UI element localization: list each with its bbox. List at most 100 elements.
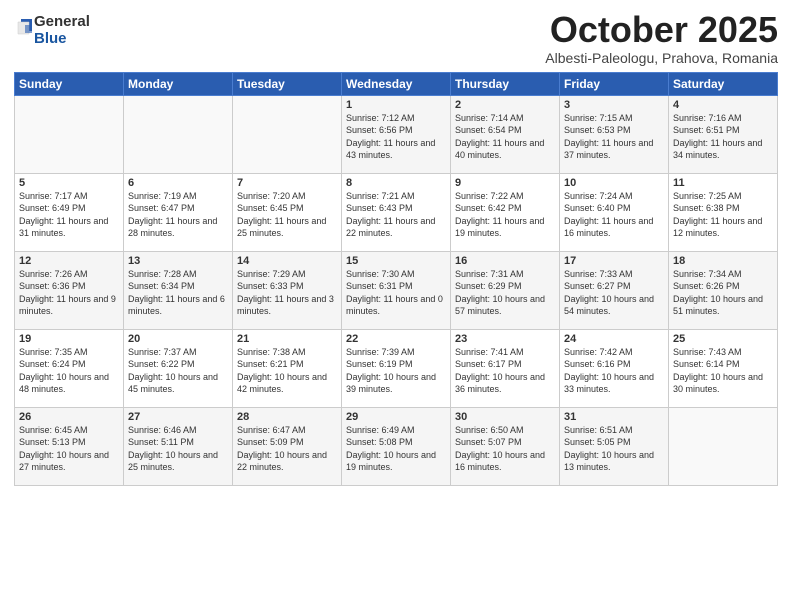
- day-info: Sunrise: 7:21 AM Sunset: 6:43 PM Dayligh…: [346, 190, 446, 240]
- day-info: Sunrise: 7:17 AM Sunset: 6:49 PM Dayligh…: [19, 190, 119, 240]
- day-info: Sunrise: 6:51 AM Sunset: 5:05 PM Dayligh…: [564, 424, 664, 474]
- day-info: Sunrise: 7:24 AM Sunset: 6:40 PM Dayligh…: [564, 190, 664, 240]
- cell-0-0: [15, 95, 124, 173]
- cell-2-4: 16Sunrise: 7:31 AM Sunset: 6:29 PM Dayli…: [451, 251, 560, 329]
- cell-0-5: 3Sunrise: 7:15 AM Sunset: 6:53 PM Daylig…: [560, 95, 669, 173]
- day-number: 11: [673, 177, 773, 189]
- day-number: 2: [455, 99, 555, 111]
- cell-3-3: 22Sunrise: 7:39 AM Sunset: 6:19 PM Dayli…: [342, 329, 451, 407]
- cell-4-3: 29Sunrise: 6:49 AM Sunset: 5:08 PM Dayli…: [342, 407, 451, 485]
- day-info: Sunrise: 7:30 AM Sunset: 6:31 PM Dayligh…: [346, 268, 446, 318]
- day-info: Sunrise: 7:35 AM Sunset: 6:24 PM Dayligh…: [19, 346, 119, 396]
- calendar-header-row: Sunday Monday Tuesday Wednesday Thursday…: [15, 72, 778, 95]
- cell-1-2: 7Sunrise: 7:20 AM Sunset: 6:45 PM Daylig…: [233, 173, 342, 251]
- day-number: 10: [564, 177, 664, 189]
- cell-4-4: 30Sunrise: 6:50 AM Sunset: 5:07 PM Dayli…: [451, 407, 560, 485]
- day-info: Sunrise: 7:22 AM Sunset: 6:42 PM Dayligh…: [455, 190, 555, 240]
- day-info: Sunrise: 6:49 AM Sunset: 5:08 PM Dayligh…: [346, 424, 446, 474]
- week-row-5: 26Sunrise: 6:45 AM Sunset: 5:13 PM Dayli…: [15, 407, 778, 485]
- day-info: Sunrise: 6:46 AM Sunset: 5:11 PM Dayligh…: [128, 424, 228, 474]
- day-info: Sunrise: 7:29 AM Sunset: 6:33 PM Dayligh…: [237, 268, 337, 318]
- day-info: Sunrise: 7:38 AM Sunset: 6:21 PM Dayligh…: [237, 346, 337, 396]
- day-number: 31: [564, 411, 664, 423]
- day-info: Sunrise: 7:26 AM Sunset: 6:36 PM Dayligh…: [19, 268, 119, 318]
- cell-3-5: 24Sunrise: 7:42 AM Sunset: 6:16 PM Dayli…: [560, 329, 669, 407]
- cell-4-1: 27Sunrise: 6:46 AM Sunset: 5:11 PM Dayli…: [124, 407, 233, 485]
- cell-2-2: 14Sunrise: 7:29 AM Sunset: 6:33 PM Dayli…: [233, 251, 342, 329]
- col-monday: Monday: [124, 72, 233, 95]
- cell-4-0: 26Sunrise: 6:45 AM Sunset: 5:13 PM Dayli…: [15, 407, 124, 485]
- cell-0-4: 2Sunrise: 7:14 AM Sunset: 6:54 PM Daylig…: [451, 95, 560, 173]
- week-row-4: 19Sunrise: 7:35 AM Sunset: 6:24 PM Dayli…: [15, 329, 778, 407]
- cell-1-5: 10Sunrise: 7:24 AM Sunset: 6:40 PM Dayli…: [560, 173, 669, 251]
- day-number: 13: [128, 255, 228, 267]
- day-info: Sunrise: 7:33 AM Sunset: 6:27 PM Dayligh…: [564, 268, 664, 318]
- day-number: 8: [346, 177, 446, 189]
- day-info: Sunrise: 6:50 AM Sunset: 5:07 PM Dayligh…: [455, 424, 555, 474]
- day-number: 17: [564, 255, 664, 267]
- day-info: Sunrise: 7:41 AM Sunset: 6:17 PM Dayligh…: [455, 346, 555, 396]
- cell-4-6: [669, 407, 778, 485]
- col-sunday: Sunday: [15, 72, 124, 95]
- col-friday: Friday: [560, 72, 669, 95]
- day-number: 3: [564, 99, 664, 111]
- day-info: Sunrise: 6:45 AM Sunset: 5:13 PM Dayligh…: [19, 424, 119, 474]
- location-text: Albesti-Paleologu, Prahova, Romania: [545, 50, 778, 66]
- day-info: Sunrise: 7:39 AM Sunset: 6:19 PM Dayligh…: [346, 346, 446, 396]
- day-number: 18: [673, 255, 773, 267]
- cell-2-3: 15Sunrise: 7:30 AM Sunset: 6:31 PM Dayli…: [342, 251, 451, 329]
- day-number: 16: [455, 255, 555, 267]
- day-info: Sunrise: 7:14 AM Sunset: 6:54 PM Dayligh…: [455, 112, 555, 162]
- month-title: October 2025: [545, 10, 778, 50]
- week-row-1: 1Sunrise: 7:12 AM Sunset: 6:56 PM Daylig…: [15, 95, 778, 173]
- cell-1-1: 6Sunrise: 7:19 AM Sunset: 6:47 PM Daylig…: [124, 173, 233, 251]
- day-info: Sunrise: 7:19 AM Sunset: 6:47 PM Dayligh…: [128, 190, 228, 240]
- day-number: 30: [455, 411, 555, 423]
- day-number: 1: [346, 99, 446, 111]
- page: General Blue October 2025 Albesti-Paleol…: [0, 0, 792, 612]
- day-number: 28: [237, 411, 337, 423]
- day-number: 25: [673, 333, 773, 345]
- day-info: Sunrise: 7:20 AM Sunset: 6:45 PM Dayligh…: [237, 190, 337, 240]
- cell-0-3: 1Sunrise: 7:12 AM Sunset: 6:56 PM Daylig…: [342, 95, 451, 173]
- day-number: 9: [455, 177, 555, 189]
- cell-2-5: 17Sunrise: 7:33 AM Sunset: 6:27 PM Dayli…: [560, 251, 669, 329]
- logo-general-text: General: [34, 14, 90, 31]
- day-info: Sunrise: 7:25 AM Sunset: 6:38 PM Dayligh…: [673, 190, 773, 240]
- logo-icon: [16, 17, 34, 39]
- cell-1-3: 8Sunrise: 7:21 AM Sunset: 6:43 PM Daylig…: [342, 173, 451, 251]
- day-info: Sunrise: 7:43 AM Sunset: 6:14 PM Dayligh…: [673, 346, 773, 396]
- title-section: October 2025 Albesti-Paleologu, Prahova,…: [545, 10, 778, 66]
- day-info: Sunrise: 7:42 AM Sunset: 6:16 PM Dayligh…: [564, 346, 664, 396]
- cell-4-5: 31Sunrise: 6:51 AM Sunset: 5:05 PM Dayli…: [560, 407, 669, 485]
- day-info: Sunrise: 7:16 AM Sunset: 6:51 PM Dayligh…: [673, 112, 773, 162]
- day-number: 15: [346, 255, 446, 267]
- col-saturday: Saturday: [669, 72, 778, 95]
- day-number: 23: [455, 333, 555, 345]
- cell-1-4: 9Sunrise: 7:22 AM Sunset: 6:42 PM Daylig…: [451, 173, 560, 251]
- day-number: 5: [19, 177, 119, 189]
- day-number: 4: [673, 99, 773, 111]
- cell-2-0: 12Sunrise: 7:26 AM Sunset: 6:36 PM Dayli…: [15, 251, 124, 329]
- day-number: 20: [128, 333, 228, 345]
- cell-1-0: 5Sunrise: 7:17 AM Sunset: 6:49 PM Daylig…: [15, 173, 124, 251]
- day-number: 7: [237, 177, 337, 189]
- cell-3-4: 23Sunrise: 7:41 AM Sunset: 6:17 PM Dayli…: [451, 329, 560, 407]
- col-wednesday: Wednesday: [342, 72, 451, 95]
- cell-4-2: 28Sunrise: 6:47 AM Sunset: 5:09 PM Dayli…: [233, 407, 342, 485]
- logo-blue-text: Blue: [34, 31, 90, 48]
- day-number: 19: [19, 333, 119, 345]
- day-number: 21: [237, 333, 337, 345]
- day-info: Sunrise: 7:15 AM Sunset: 6:53 PM Dayligh…: [564, 112, 664, 162]
- cell-2-6: 18Sunrise: 7:34 AM Sunset: 6:26 PM Dayli…: [669, 251, 778, 329]
- header: General Blue October 2025 Albesti-Paleol…: [14, 10, 778, 66]
- logo: General Blue: [14, 14, 90, 47]
- day-info: Sunrise: 6:47 AM Sunset: 5:09 PM Dayligh…: [237, 424, 337, 474]
- day-number: 24: [564, 333, 664, 345]
- day-info: Sunrise: 7:12 AM Sunset: 6:56 PM Dayligh…: [346, 112, 446, 162]
- day-number: 14: [237, 255, 337, 267]
- cell-2-1: 13Sunrise: 7:28 AM Sunset: 6:34 PM Dayli…: [124, 251, 233, 329]
- day-number: 22: [346, 333, 446, 345]
- day-number: 6: [128, 177, 228, 189]
- day-number: 26: [19, 411, 119, 423]
